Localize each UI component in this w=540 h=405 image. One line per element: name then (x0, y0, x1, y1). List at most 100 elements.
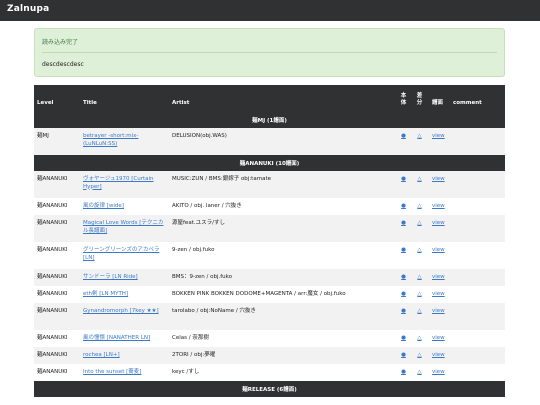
main-cell: ● (397, 171, 410, 198)
table-header-row: Level Title Artist 本体 差分 譜面 comment (34, 85, 505, 112)
view-link[interactable]: view (432, 220, 445, 226)
main-cell: ● (397, 286, 410, 303)
table-row: 麺ANANUKI Into the sunset [蕎麦] keyc /すし ● △ vi… (34, 364, 505, 381)
diff-cell: △ (410, 171, 429, 198)
view-link[interactable]: view (432, 133, 445, 139)
diff-chart-link-icon[interactable]: △ (417, 133, 421, 139)
diff-cell: △ (410, 286, 429, 303)
artist-cell: AKITO / obj. laner / 穴抜き (169, 198, 397, 215)
view-link[interactable]: view (432, 203, 445, 209)
table-row: 麺ANANUKI eth剣 [LN MYTH] BOKKEN PINK BOKKEN… (34, 286, 505, 303)
title-link[interactable]: ヴォヤージュ1970 [Curtain Hyper] (83, 176, 154, 190)
comment-cell (450, 242, 505, 269)
diff-chart-link-icon[interactable]: △ (417, 247, 421, 253)
chart-cell: view (429, 347, 450, 364)
diff-cell: △ (410, 303, 429, 330)
title-cell: eth剣 [LN MYTH] (80, 286, 169, 303)
title-link[interactable]: eth剣 [LN MYTH] (83, 291, 128, 297)
title-cell: ヴォヤージュ1970 [Curtain Hyper] (80, 171, 169, 198)
main-cell: ● (397, 242, 410, 269)
section-label: 麺MJ (1譜面) (34, 112, 505, 128)
diff-cell: △ (410, 128, 429, 155)
chart-cell: view (429, 330, 450, 347)
title-link[interactable]: Magical Love Words [テクニカル長譜面] (83, 220, 163, 234)
table-row: 麺MJ betrayer -short:mix- (LuNLuN:SS) DELUS… (34, 128, 505, 155)
section-header-row: 麺MJ (1譜面) (34, 112, 505, 128)
table-row: 麺ANANUKI サンドーラ [LN Ride] BMS：9-zen / obj.f… (34, 269, 505, 286)
diff-cell: △ (410, 242, 429, 269)
col-header-diff: 差分 (416, 93, 423, 106)
diff-chart-link-icon[interactable]: △ (417, 220, 421, 226)
chart-cell: view (429, 269, 450, 286)
diff-chart-link-icon[interactable]: △ (417, 274, 421, 280)
title-link[interactable]: 風の旋律 [wide] (83, 203, 124, 209)
chart-cell: view (429, 171, 450, 198)
top-navbar: Zalnupa (0, 0, 540, 21)
brand-title[interactable]: Zalnupa (7, 4, 49, 14)
level-cell: 麺MJ (34, 128, 80, 155)
main-cell: ● (397, 330, 410, 347)
artist-cell: DELUSION(obj.WAS) (169, 128, 397, 155)
diff-chart-link-icon[interactable]: △ (417, 369, 421, 375)
diff-chart-link-icon[interactable]: △ (417, 176, 421, 182)
main-chart-link-icon[interactable]: ● (401, 352, 406, 358)
alert-heading: 読み込み完了 (42, 39, 79, 46)
diff-cell: △ (410, 347, 429, 364)
view-link[interactable]: view (432, 308, 445, 314)
main-chart-link-icon[interactable]: ● (401, 176, 406, 182)
diff-chart-link-icon[interactable]: △ (417, 291, 421, 297)
main-chart-link-icon[interactable]: ● (401, 274, 406, 280)
title-link[interactable]: サンドーラ [LN Ride] (83, 274, 138, 280)
main-chart-link-icon[interactable]: ● (401, 247, 406, 253)
main-chart-link-icon[interactable]: ● (401, 220, 406, 226)
title-link[interactable]: グリーングリーンズのアカペラ [LN] (83, 247, 159, 261)
view-link[interactable]: view (432, 176, 445, 182)
main-chart-link-icon[interactable]: ● (401, 133, 406, 139)
title-link[interactable]: Gynandromorph [7key ★★] (83, 308, 159, 314)
artist-cell: 2TORI / obj:夢曜 (169, 347, 397, 364)
diff-chart-link-icon[interactable]: △ (417, 335, 421, 341)
level-cell: 麺ANANUKI (34, 303, 80, 330)
view-link[interactable]: view (432, 247, 445, 253)
chart-cell: view (429, 286, 450, 303)
diff-cell: △ (410, 330, 429, 347)
main-chart-link-icon[interactable]: ● (401, 203, 406, 209)
main-chart-link-icon[interactable]: ● (401, 335, 406, 341)
table-body: 麺MJ (1譜面) 麺MJ betrayer -short:mix- (LuNLuN… (34, 112, 505, 397)
main-chart-link-icon[interactable]: ● (401, 369, 406, 375)
section-header-row: 麺RELEASE (6譜面) (34, 381, 505, 397)
chart-cell: view (429, 303, 450, 330)
diff-chart-link-icon[interactable]: △ (417, 203, 421, 209)
title-link[interactable]: Into the sunset [蕎麦] (83, 369, 141, 375)
level-cell: 麺ANANUKI (34, 286, 80, 303)
diff-cell: △ (410, 198, 429, 215)
diff-chart-link-icon[interactable]: △ (417, 352, 421, 358)
diff-cell: △ (410, 364, 429, 381)
diff-cell: △ (410, 215, 429, 242)
view-link[interactable]: view (432, 274, 445, 280)
table-row: 麺ANANUKI Gynandromorph [7key ★★] tarolabo … (34, 303, 505, 330)
title-link[interactable]: betrayer -short:mix- (LuNLuN:SS) (83, 133, 138, 147)
col-header-comment: comment (453, 100, 482, 106)
comment-cell (450, 286, 505, 303)
main-cell: ● (397, 364, 410, 381)
diff-chart-link-icon[interactable]: △ (417, 308, 421, 314)
title-link[interactable]: rochea [LN+] (83, 352, 120, 358)
level-cell: 麺ANANUKI (34, 171, 80, 198)
chart-cell: view (429, 242, 450, 269)
col-header-chart: 譜面 (432, 100, 444, 106)
view-link[interactable]: view (432, 369, 445, 375)
view-link[interactable]: view (432, 335, 445, 341)
title-link[interactable]: 風の憧憬 [NANATHER LN] (83, 335, 150, 341)
comment-cell (450, 330, 505, 347)
alert-divider (42, 52, 497, 53)
main-chart-link-icon[interactable]: ● (401, 308, 406, 314)
comment-cell (450, 171, 505, 198)
view-link[interactable]: view (432, 291, 445, 297)
title-cell: Gynandromorph [7key ★★] (80, 303, 169, 330)
col-header-level: Level (37, 100, 54, 106)
view-link[interactable]: view (432, 352, 445, 358)
table-row: 麺ANANUKI Magical Love Words [テクニカル長譜面] 源屋f… (34, 215, 505, 242)
main-chart-link-icon[interactable]: ● (401, 291, 406, 297)
table-row: 麺ANANUKI ヴォヤージュ1970 [Curtain Hyper] MUSIC:… (34, 171, 505, 198)
